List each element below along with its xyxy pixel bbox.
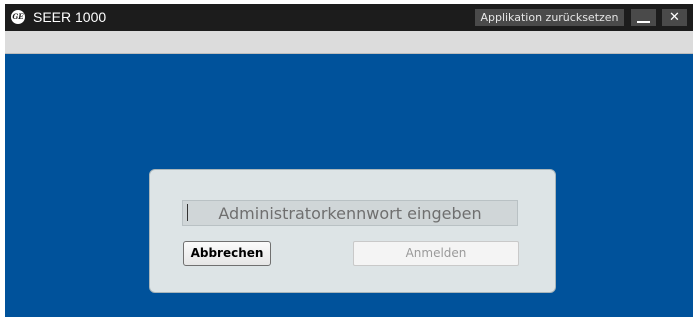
reset-application-button[interactable]: Applikation zurücksetzen — [475, 9, 624, 26]
text-caret — [187, 204, 188, 221]
app-window: GE SEER 1000 Applikation zurücksetzen ✕ … — [5, 4, 693, 317]
toolbar-strip — [5, 31, 693, 54]
minimize-button[interactable] — [631, 9, 656, 26]
close-button[interactable]: ✕ — [662, 9, 687, 26]
close-icon: ✕ — [669, 10, 680, 25]
login-button[interactable]: Anmelden — [353, 241, 519, 266]
admin-login-dialog: Abbrechen Anmelden — [149, 169, 556, 293]
app-title: SEER 1000 — [33, 9, 107, 25]
admin-password-input[interactable] — [182, 200, 518, 226]
ge-logo-icon: GE — [11, 10, 25, 24]
cancel-button[interactable]: Abbrechen — [183, 241, 271, 266]
title-bar: GE SEER 1000 Applikation zurücksetzen ✕ — [5, 4, 693, 31]
minimize-icon — [637, 21, 650, 23]
